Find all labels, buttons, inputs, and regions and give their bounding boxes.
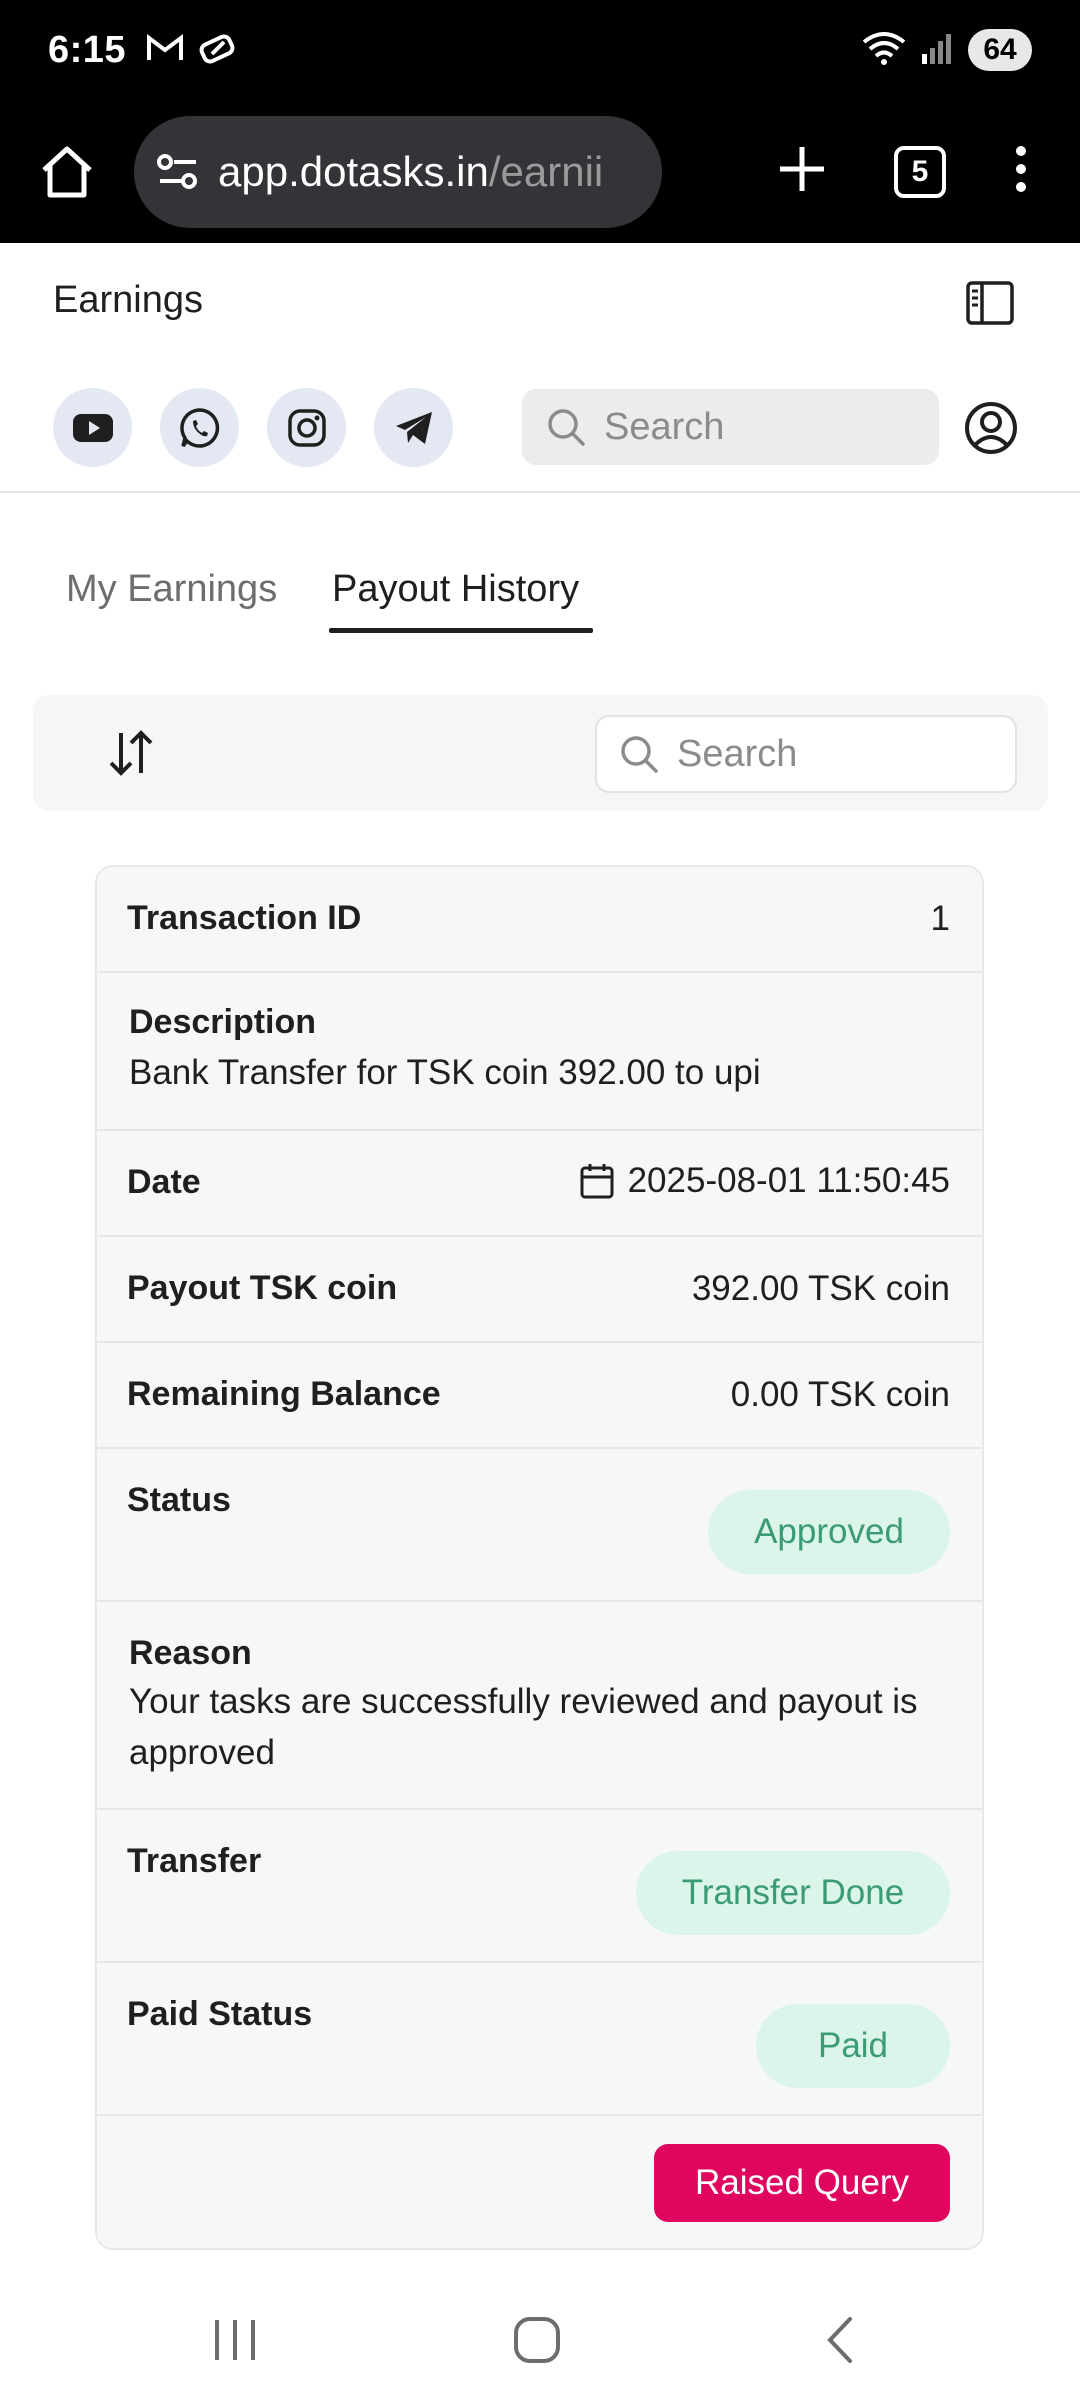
wifi-icon (862, 30, 906, 71)
paid-status-badge: Paid (756, 2004, 950, 2088)
youtube-button[interactable] (53, 388, 132, 467)
row-transaction-id: Transaction ID 1 (97, 867, 982, 973)
site-settings-icon (157, 153, 197, 189)
plus-icon (780, 147, 824, 191)
wallet-icon (198, 32, 238, 69)
row-remaining-balance: Remaining Balance 0.00 TSK coin (97, 1343, 982, 1449)
row-description: Description Bank Transfer for TSK coin 3… (97, 973, 982, 1131)
reason-label: Reason (129, 1634, 252, 1672)
description-value: Bank Transfer for TSK coin 392.00 to upi (129, 1053, 761, 1092)
nav-home-button[interactable] (507, 2310, 567, 2370)
transfer-badge: Transfer Done (636, 1851, 950, 1935)
app-header: Earnings Search (0, 243, 1080, 493)
calendar-icon (580, 1164, 614, 1199)
reason-value: Your tasks are successfully reviewed and… (129, 1682, 918, 1772)
transaction-id-value: 1 (930, 899, 950, 938)
status-badge: Approved (708, 1490, 950, 1574)
date-label: Date (127, 1163, 201, 1201)
row-status: Status Approved (97, 1449, 982, 1602)
row-payout-amount: Payout TSK coin 392.00 TSK coin (97, 1237, 982, 1343)
system-nav-bar (0, 2280, 1080, 2400)
date-value-group: 2025-08-01 11:50:45 (580, 1161, 950, 1201)
sort-icon (109, 730, 153, 776)
raised-query-button[interactable]: Raised Query (654, 2144, 950, 2222)
profile-button[interactable] (964, 401, 1018, 455)
payout-search-placeholder: Search (677, 732, 798, 775)
browser-home-button[interactable] (32, 137, 102, 207)
nav-home-icon (514, 2317, 560, 2363)
payout-search-input[interactable]: Search (595, 715, 1017, 793)
back-button[interactable] (810, 2310, 870, 2370)
row-reason: Reason Your tasks are successfully revie… (97, 1602, 982, 1810)
browser-menu-button[interactable] (1014, 145, 1028, 198)
instagram-button[interactable] (267, 388, 346, 467)
battery-indicator: 64 (968, 29, 1032, 71)
url-path: /earnii (488, 147, 604, 195)
search-icon (621, 736, 658, 773)
url-domain: app.dotasks.in (218, 147, 489, 195)
instagram-icon (287, 408, 326, 447)
earnings-tabs: My Earnings Payout History (0, 540, 1080, 636)
sidebar-toggle-button[interactable] (964, 277, 1016, 329)
telegram-icon (395, 411, 432, 444)
more-icon (1016, 146, 1026, 192)
date-value: 2025-08-01 11:50:45 (627, 1161, 950, 1200)
url-bar[interactable]: app.dotasks.in/earnii (134, 115, 662, 228)
tab-payout-history[interactable]: Payout History (332, 568, 579, 611)
recents-button[interactable] (205, 2310, 265, 2370)
signal-icon (920, 32, 954, 69)
whatsapp-icon (179, 407, 219, 448)
recents-icon (215, 2320, 255, 2360)
telegram-button[interactable] (374, 388, 453, 467)
sidebar-toggle-icon (966, 281, 1014, 325)
header-search-input[interactable]: Search (522, 389, 939, 465)
back-icon (827, 2317, 852, 2363)
payout-amount-value: 392.00 TSK coin (691, 1269, 950, 1308)
status-label: Status (127, 1481, 231, 1519)
remaining-balance-label: Remaining Balance (127, 1375, 441, 1413)
social-links (53, 388, 453, 467)
payout-toolbar: Search (33, 695, 1048, 811)
whatsapp-button[interactable] (160, 388, 239, 467)
page-title: Earnings (53, 279, 203, 321)
header-search-placeholder: Search (604, 405, 725, 448)
paid-status-label: Paid Status (127, 1995, 313, 2033)
home-icon (42, 146, 92, 197)
transaction-id-label: Transaction ID (127, 899, 362, 937)
tab-switcher-button[interactable]: 5 (894, 145, 946, 198)
row-transfer: Transfer Transfer Done (97, 1810, 982, 1963)
tab-my-earnings[interactable]: My Earnings (66, 568, 277, 611)
row-date: Date 2025-08-01 11:50:45 (97, 1131, 982, 1237)
youtube-icon (72, 413, 113, 442)
new-tab-button[interactable] (778, 145, 826, 198)
payout-amount-label: Payout TSK coin (127, 1269, 398, 1307)
status-bar: 6:15 64 (0, 0, 1080, 100)
search-icon (548, 409, 585, 446)
sort-button[interactable] (103, 725, 159, 781)
gmail-icon (146, 33, 184, 68)
url-text: app.dotasks.in/earnii (218, 148, 603, 196)
payout-card: Transaction ID 1 Description Bank Transf… (95, 865, 984, 2250)
browser-toolbar: app.dotasks.in/earnii 5 (0, 100, 1080, 243)
remaining-balance-value: 0.00 TSK coin (730, 1375, 950, 1414)
profile-icon (965, 402, 1017, 454)
transfer-label: Transfer (127, 1842, 262, 1880)
active-tab-indicator (329, 628, 593, 633)
description-label: Description (129, 1003, 317, 1041)
row-paid-status: Paid Status Paid (97, 1963, 982, 2116)
status-time: 6:15 (48, 28, 127, 71)
